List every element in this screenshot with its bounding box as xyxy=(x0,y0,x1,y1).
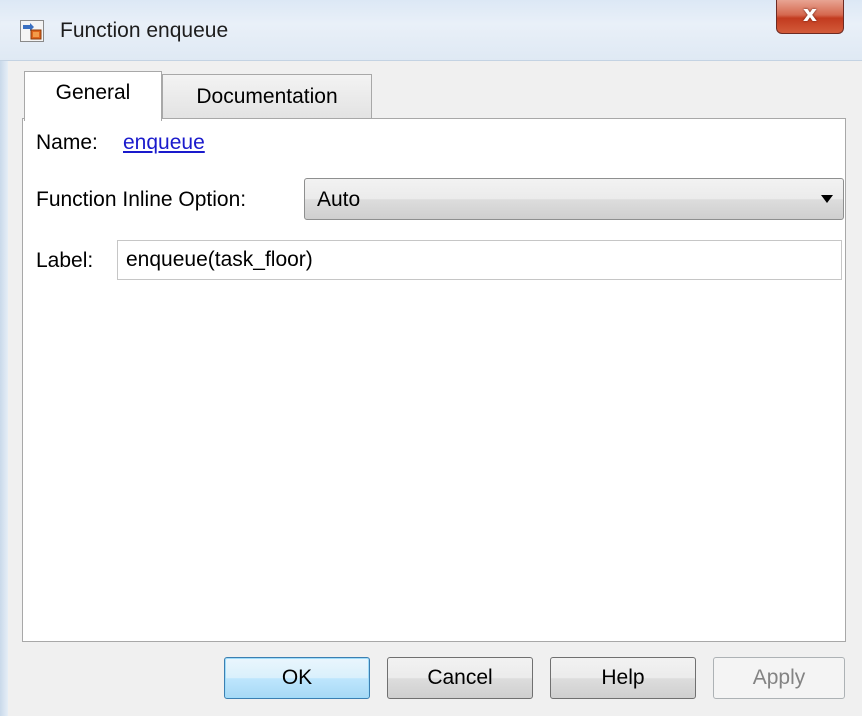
function-inline-option-label: Function Inline Option: xyxy=(36,188,247,211)
close-icon: x xyxy=(802,2,818,27)
function-inline-option-value: Auto xyxy=(317,188,361,211)
title-bar[interactable]: Function enqueue x xyxy=(0,0,862,61)
help-button[interactable]: Help xyxy=(550,657,696,699)
tab-general[interactable]: General xyxy=(24,71,162,121)
function-inline-option-select[interactable]: Auto xyxy=(304,178,844,220)
name-link[interactable]: enqueue xyxy=(123,131,205,155)
label-input[interactable] xyxy=(117,240,842,280)
window-title: Function enqueue xyxy=(60,19,229,42)
tab-documentation[interactable]: Documentation xyxy=(162,74,372,118)
label-field-label: Label: xyxy=(36,249,94,272)
simulink-block-icon xyxy=(20,20,44,42)
ok-button[interactable]: OK xyxy=(224,657,370,699)
function-dialog: Function enqueue x General Documentation… xyxy=(0,0,862,716)
cancel-button[interactable]: Cancel xyxy=(387,657,533,699)
name-label: Name: xyxy=(36,131,98,154)
close-button[interactable]: x xyxy=(776,0,844,34)
window-edge xyxy=(0,0,8,716)
apply-button[interactable]: Apply xyxy=(713,657,845,699)
chevron-down-icon xyxy=(821,195,833,203)
